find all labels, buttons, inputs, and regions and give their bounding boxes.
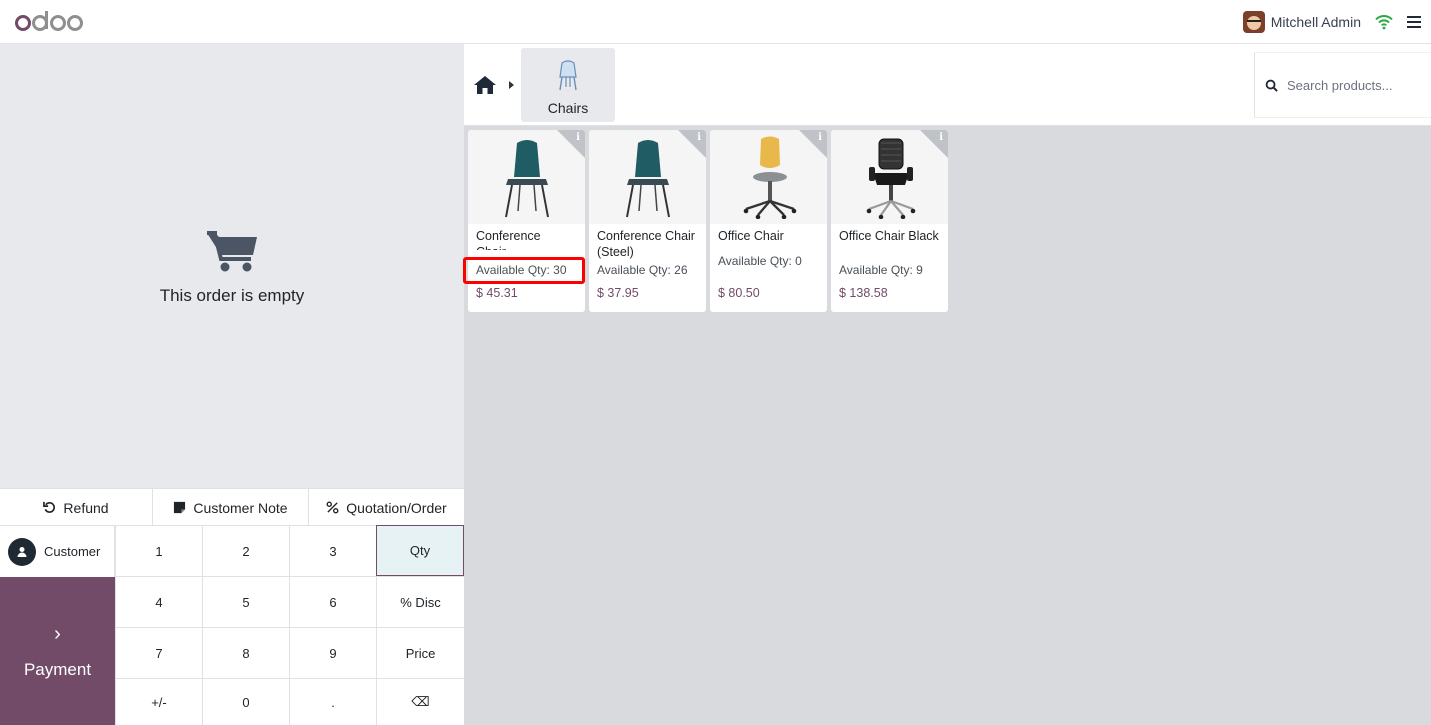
product-list: i Conference Chair... Available Qty: 30 … — [468, 130, 948, 312]
empty-order-text: This order is empty — [159, 286, 305, 305]
product-price: $ 80.50 — [718, 286, 760, 300]
product-image: i — [710, 130, 827, 224]
product-available-qty: Available Qty: 9 — [839, 263, 923, 277]
home-icon[interactable] — [473, 75, 497, 95]
top-navbar: Mitchell Admin — [0, 0, 1431, 44]
product-search[interactable] — [1254, 52, 1431, 118]
product-image: i — [831, 130, 948, 224]
product-card[interactable]: i Conference Chair... Available Qty: 30 … — [468, 130, 585, 312]
odoo-logo[interactable] — [14, 8, 86, 34]
numpad-key-9[interactable]: 9 — [289, 627, 376, 678]
info-icon[interactable]: i — [697, 132, 701, 143]
numpad-key-8[interactable]: 8 — [202, 627, 289, 678]
numpad-key-2[interactable]: 2 — [202, 525, 289, 576]
numpad-key-0[interactable]: 0 — [202, 678, 289, 725]
percent-link-icon — [326, 501, 339, 514]
avatar — [1242, 11, 1265, 33]
numpad-key-6[interactable]: 6 — [289, 576, 376, 627]
product-price: $ 138.58 — [839, 286, 888, 300]
product-available-qty: Available Qty: 0 — [718, 254, 802, 268]
product-image: i — [589, 130, 706, 224]
product-name: Conference Chair (Steel) — [597, 229, 695, 259]
product-pane: Chairs i — [464, 44, 1431, 725]
product-available-qty: Available Qty: 26 — [597, 263, 688, 277]
product-name: Office Chair — [718, 229, 784, 243]
numpad: 1 2 3 Qty 4 5 6 % Disc 7 8 9 Price +/- 0… — [115, 525, 464, 725]
info-icon[interactable]: i — [818, 132, 822, 143]
wifi-icon[interactable] — [1375, 13, 1393, 31]
info-icon[interactable]: i — [939, 132, 943, 143]
user-menu[interactable]: Mitchell Admin — [1242, 11, 1361, 33]
info-icon[interactable]: i — [576, 132, 580, 143]
numpad-price-mode[interactable]: Price — [376, 627, 464, 678]
product-price: $ 37.95 — [597, 286, 639, 300]
quotation-order-button[interactable]: Quotation/Order — [309, 489, 464, 526]
payment-button[interactable]: › Payment — [0, 577, 115, 725]
numpad-sign-toggle[interactable]: +/- — [115, 678, 202, 725]
category-bar: Chairs — [464, 44, 1431, 126]
product-available-qty: Available Qty: 30 — [476, 263, 567, 277]
customer-note-button[interactable]: Customer Note — [153, 489, 309, 526]
product-image: i — [468, 130, 585, 224]
cart-icon — [207, 231, 257, 272]
numpad-key-decimal[interactable]: . — [289, 678, 376, 725]
undo-icon — [43, 501, 56, 513]
product-price: $ 45.31 — [476, 286, 518, 300]
numpad-key-3[interactable]: 3 — [289, 525, 376, 576]
backspace-icon[interactable]: ⌫ — [376, 678, 464, 725]
numpad-key-4[interactable]: 4 — [115, 576, 202, 627]
numpad-qty-mode[interactable]: Qty — [376, 525, 464, 576]
user-icon — [8, 537, 36, 566]
product-name: Office Chair Black — [839, 229, 939, 243]
numpad-key-1[interactable]: 1 — [115, 525, 202, 576]
empty-order: This order is empty — [0, 229, 464, 306]
note-icon — [174, 501, 186, 514]
product-card[interactable]: i Office Chair Black Available Qty: 9 $ … — [831, 130, 948, 312]
numpad-key-7[interactable]: 7 — [115, 627, 202, 678]
customer-button[interactable]: Customer — [0, 525, 115, 577]
breadcrumb-caret-icon — [509, 81, 514, 89]
category-chairs[interactable]: Chairs — [521, 48, 615, 122]
product-card[interactable]: i Office Chair Available Qty: 0 $ 80.50 — [710, 130, 827, 312]
order-pane: This order is empty Refund Customer Note… — [0, 44, 464, 725]
chair-icon — [559, 60, 577, 91]
category-label: Chairs — [547, 100, 589, 116]
control-panel: Refund Customer Note Quotation/Order Cus… — [0, 488, 464, 725]
chevron-right-icon: › — [54, 622, 61, 645]
user-name: Mitchell Admin — [1270, 14, 1361, 30]
control-buttons-row: Refund Customer Note Quotation/Order — [0, 488, 464, 526]
numpad-key-5[interactable]: 5 — [202, 576, 289, 627]
product-name: Conference Chair... — [476, 229, 541, 250]
search-icon — [1265, 79, 1278, 92]
refund-button[interactable]: Refund — [0, 489, 153, 526]
hamburger-menu-icon[interactable] — [1407, 16, 1421, 28]
search-input[interactable] — [1287, 77, 1417, 93]
numpad-discount-mode[interactable]: % Disc — [376, 576, 464, 627]
product-card[interactable]: i Conference Chair (Steel) Available Qty… — [589, 130, 706, 312]
